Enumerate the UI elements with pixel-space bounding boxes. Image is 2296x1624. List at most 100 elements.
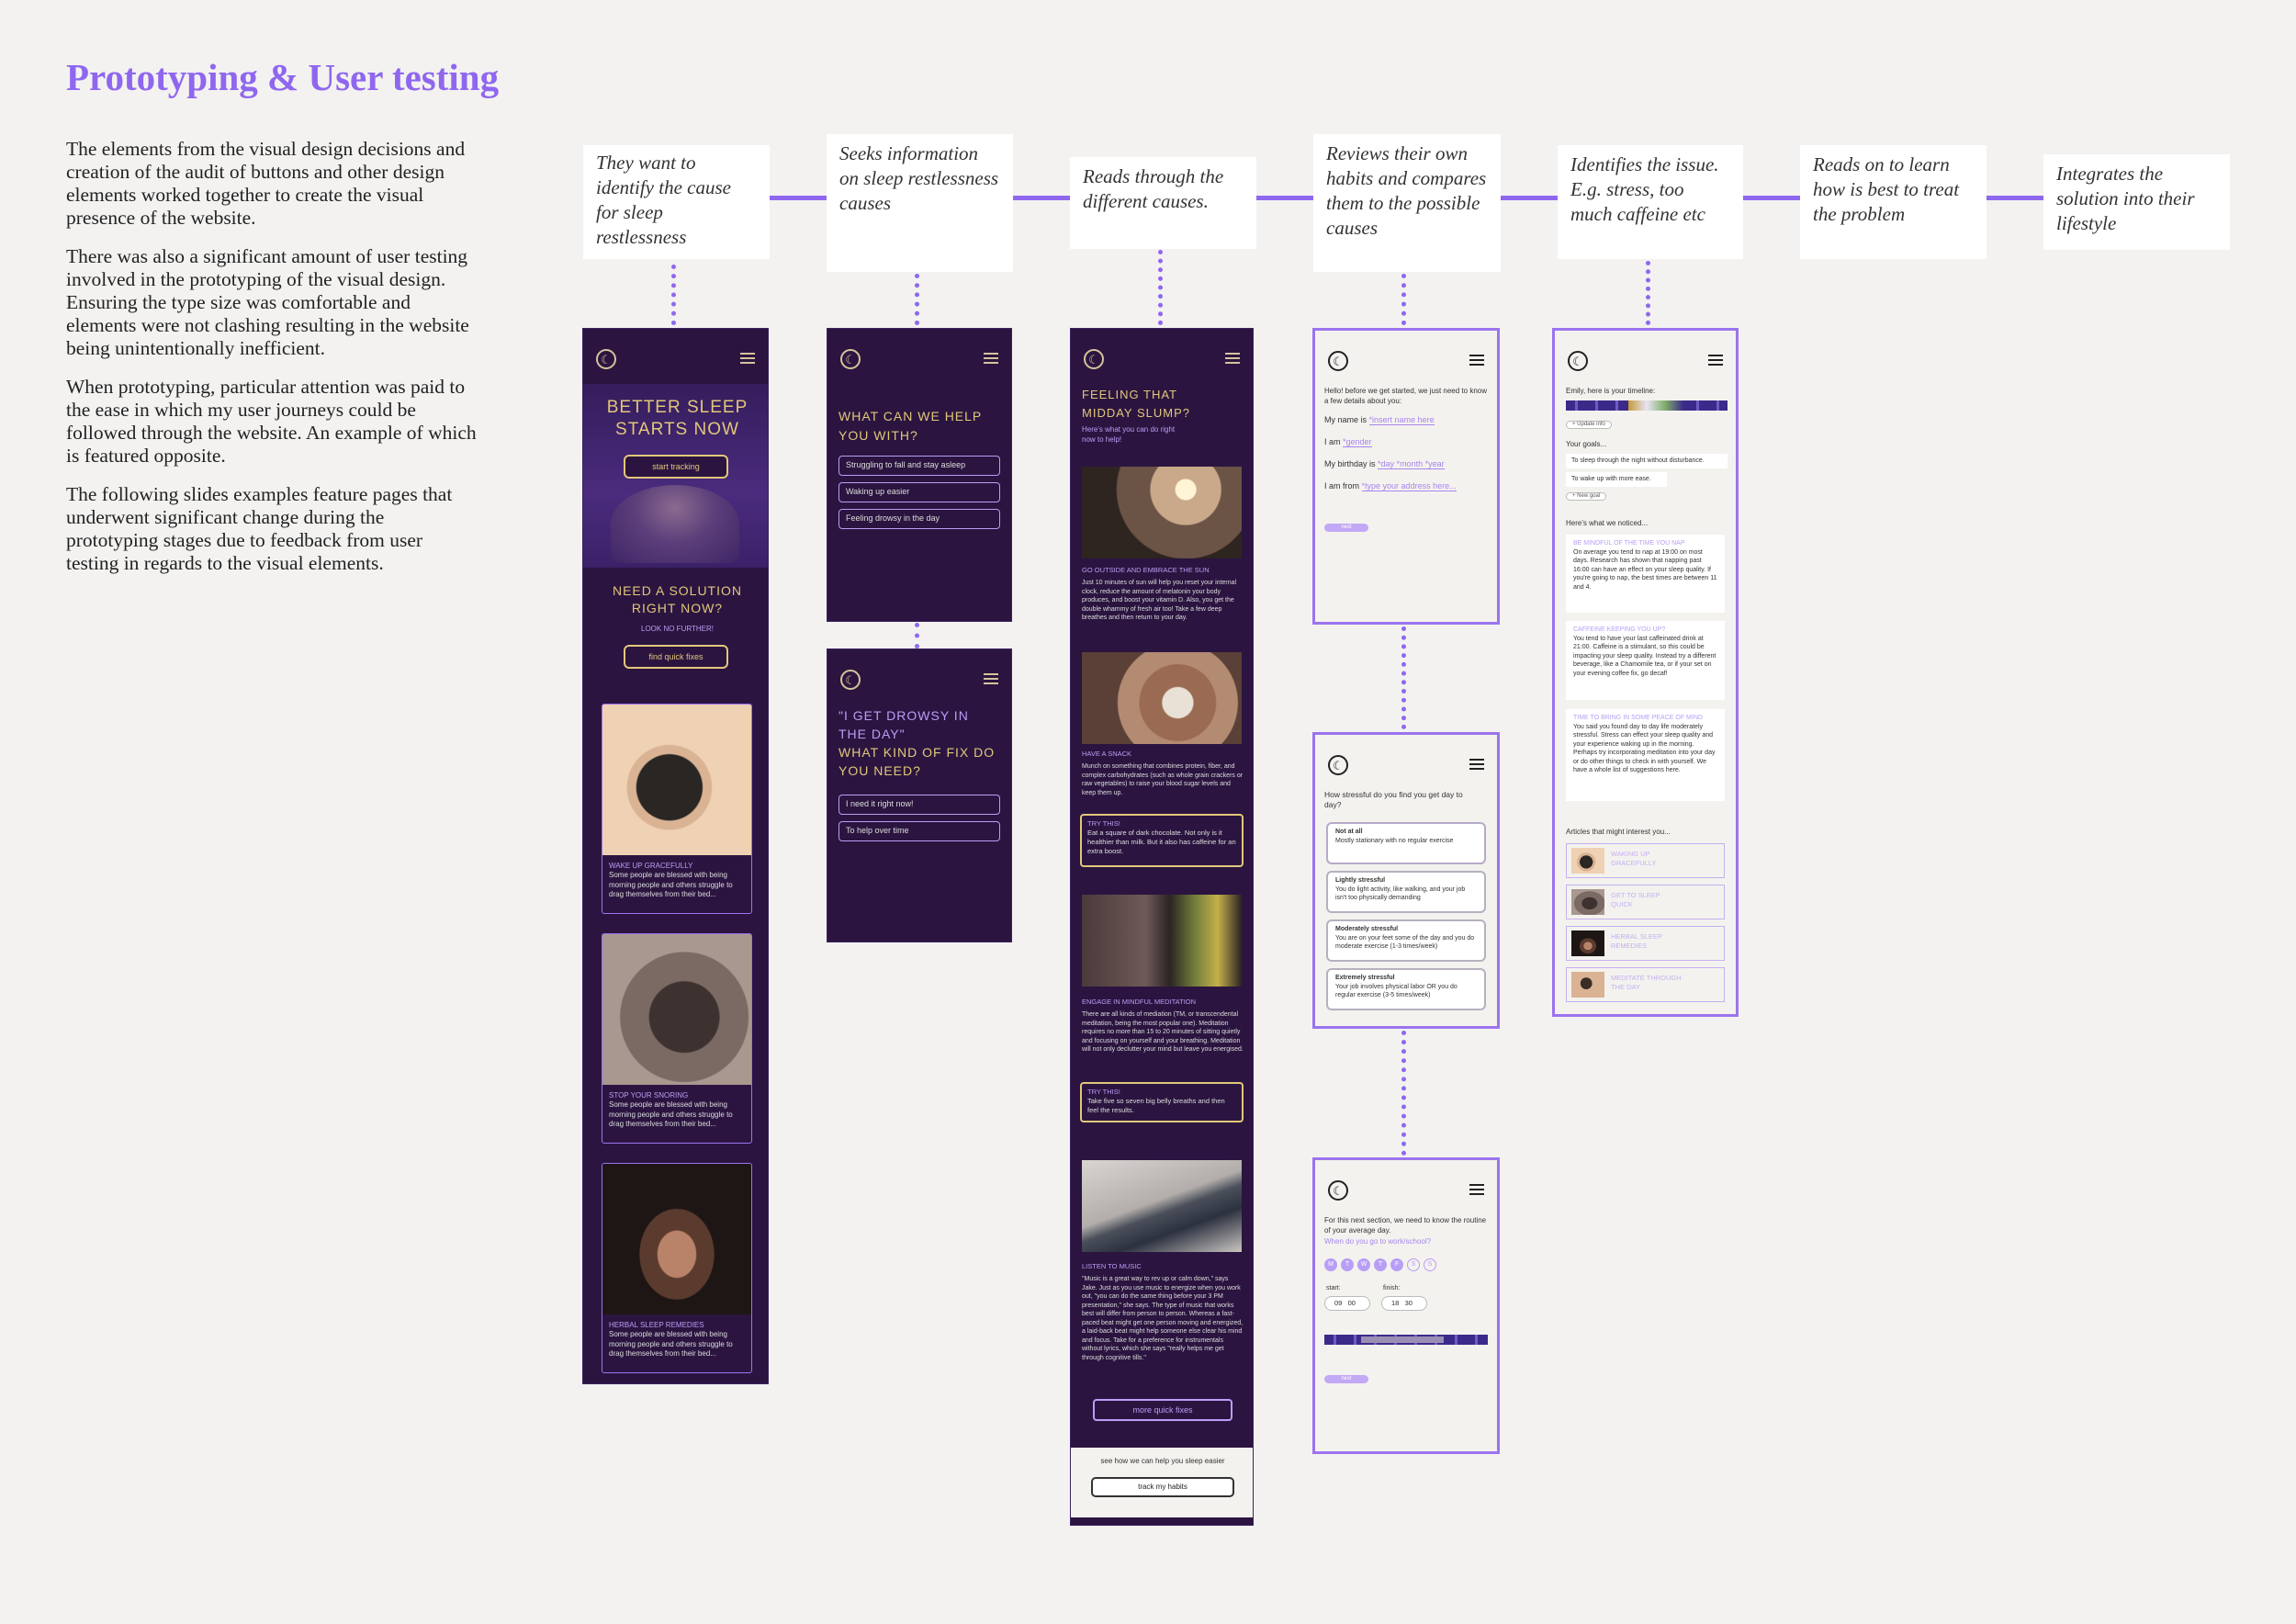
- insight-card: TIME TO BRING IN SOME PEACE OF MIND You …: [1566, 709, 1725, 801]
- routine-form-mockup: ☾ For this next section, we need to know…: [1312, 1157, 1500, 1454]
- next-button[interactable]: next: [1324, 524, 1368, 532]
- menu-icon[interactable]: [740, 353, 755, 364]
- name-field[interactable]: *insert name here: [1368, 415, 1435, 425]
- name-label: My name is: [1324, 415, 1367, 424]
- header: ☾: [827, 649, 1011, 705]
- track-habits-button[interactable]: track my habits: [1091, 1477, 1234, 1497]
- header: ☾: [1315, 1160, 1497, 1215]
- page-title: Prototyping & User testing: [66, 56, 500, 98]
- start-minute: 00: [1347, 1299, 1356, 1307]
- update-info-button[interactable]: + Update info: [1566, 421, 1612, 429]
- option-button[interactable]: Waking up easier: [838, 482, 1000, 502]
- start-tracking-button[interactable]: start tracking: [624, 455, 728, 479]
- update-info-label: Update info: [1577, 422, 1605, 427]
- day-toggle[interactable]: M: [1324, 1258, 1337, 1271]
- section-title: GO OUTSIDE AND EMBRACE THE SUN: [1082, 566, 1210, 574]
- section-title: ENGAGE IN MINDFUL MEDITATION: [1082, 998, 1197, 1006]
- moon-logo-icon: ☾: [1328, 1180, 1348, 1201]
- option-text: You are on your feet some of the day and…: [1335, 934, 1475, 951]
- start-time-input[interactable]: 09 00: [1324, 1296, 1370, 1311]
- moon-logo-icon: ☾: [1328, 755, 1348, 775]
- intro-paragraph: When prototyping, particular attention w…: [66, 376, 477, 467]
- journey-step-1: They want to identify the cause for slee…: [583, 145, 770, 259]
- section-text: Munch on something that combines protein…: [1082, 763, 1244, 796]
- related-article[interactable]: MEDITATE THROUGH THE DAY: [1566, 967, 1725, 1002]
- menu-icon[interactable]: [984, 673, 998, 684]
- music-image: [1082, 1160, 1242, 1252]
- more-quick-fixes-button[interactable]: more quick fixes: [1093, 1399, 1232, 1421]
- journey-step-4: Reviews their own habits and compares th…: [1313, 134, 1501, 272]
- intro-text: The elements from the visual design deci…: [66, 138, 479, 591]
- insight-text: On average you tend to nap at 19:00 on m…: [1573, 548, 1717, 591]
- option-button[interactable]: I need it right now!: [838, 795, 1000, 815]
- stress-option[interactable]: Extremely stressful Your job involves ph…: [1326, 968, 1486, 1010]
- next-button[interactable]: next: [1324, 1375, 1368, 1383]
- sleeping-person-image: [602, 934, 751, 1085]
- menu-icon[interactable]: [984, 353, 998, 364]
- moon-logo-icon: ☾: [1084, 349, 1104, 369]
- day-toggle[interactable]: F: [1390, 1258, 1403, 1271]
- new-goal-button[interactable]: + New goal: [1566, 492, 1607, 501]
- intro-paragraph: The following slides examples feature pa…: [66, 483, 453, 574]
- related-article[interactable]: HERBAL SLEEP REMEDIES: [1566, 926, 1725, 961]
- insight-text: You tend to have your last caffeinated d…: [1573, 635, 1716, 677]
- menu-icon[interactable]: [1469, 355, 1484, 366]
- dotted-connector: [915, 623, 919, 648]
- goal-item: To sleep through the night without distu…: [1566, 454, 1728, 468]
- insight-card: CAFFEINE KEEPING YOU UP? You tend to hav…: [1566, 621, 1725, 700]
- finish-minute: 30: [1404, 1299, 1412, 1307]
- timeline-work-segment: [1361, 1336, 1444, 1343]
- birthday-row: My birthday is *day *month *year: [1324, 459, 1445, 469]
- birthday-field[interactable]: *day *month *year: [1378, 459, 1445, 469]
- journey-connector: [1986, 196, 2043, 200]
- day-toggle[interactable]: T: [1374, 1258, 1387, 1271]
- name-row: My name is *insert name here: [1324, 415, 1435, 425]
- find-quick-fixes-button[interactable]: find quick fixes: [624, 645, 728, 669]
- sleeping-person-thumbnail: [1571, 889, 1604, 915]
- related-article[interactable]: GET TO SLEEP QUICK: [1566, 885, 1725, 919]
- stress-option[interactable]: Lightly stressful You do light activity,…: [1326, 871, 1486, 913]
- menu-icon[interactable]: [1708, 355, 1723, 366]
- related-article[interactable]: WAKING UP GRACEFULLY: [1566, 843, 1725, 878]
- insight-title: BE MINDFUL OF THE TIME YOU NAP: [1573, 540, 1685, 547]
- section-title: HAVE A SNACK: [1082, 750, 1132, 758]
- address-field[interactable]: *type your address here...: [1361, 481, 1457, 491]
- journey-connector: [1256, 196, 1313, 200]
- option-button[interactable]: Struggling to fall and stay asleep: [838, 456, 1000, 476]
- related-article-title: GET TO SLEEP QUICK: [1611, 891, 1660, 908]
- goal-item: To wake up with more ease.: [1566, 472, 1667, 487]
- moon-logo-icon: ☾: [840, 670, 861, 690]
- stress-option[interactable]: Moderately stressful You are on your fee…: [1326, 919, 1486, 962]
- header: ☾: [1071, 329, 1253, 384]
- menu-icon[interactable]: [1225, 353, 1240, 364]
- sunset-image: [1082, 467, 1242, 558]
- menu-icon[interactable]: [1469, 759, 1484, 770]
- insight-title: TIME TO BRING IN SOME PEACE OF MIND: [1573, 715, 1703, 721]
- journey-step-2: Seeks information on sleep restlessness …: [827, 134, 1013, 272]
- menu-icon[interactable]: [1469, 1184, 1484, 1195]
- day-selector: M T W T F S S: [1324, 1258, 1453, 1273]
- day-toggle[interactable]: S: [1424, 1258, 1436, 1271]
- article-card[interactable]: STOP YOUR SNORING Some people are blesse…: [602, 933, 752, 1144]
- header: ☾: [827, 329, 1011, 384]
- dotted-connector: [671, 265, 676, 325]
- home-screen-mockup: ☾ BETTER SLEEP STARTS NOW start tracking…: [582, 328, 769, 1384]
- stress-option[interactable]: Not at all Mostly stationary with no reg…: [1326, 822, 1486, 864]
- header: ☾: [1315, 735, 1497, 790]
- try-this-box: TRY THIS! Take five so seven big belly b…: [1080, 1082, 1244, 1122]
- finish-time-input[interactable]: 18 30: [1381, 1296, 1427, 1311]
- slump-heading: FEELING THAT MIDDAY SLUMP?: [1082, 388, 1190, 420]
- stress-question-mockup: ☾ How stressful do you find you get day …: [1312, 732, 1500, 1029]
- day-toggle[interactable]: T: [1341, 1258, 1354, 1271]
- article-card[interactable]: HERBAL SLEEP REMEDIES Some people are bl…: [602, 1163, 752, 1373]
- article-card[interactable]: WAKE UP GRACEFULLY Some people are bless…: [602, 704, 752, 914]
- day-toggle[interactable]: W: [1357, 1258, 1370, 1271]
- herbal-remedy-thumbnail: [1571, 930, 1604, 956]
- intro-paragraph: The elements from the visual design deci…: [66, 138, 466, 229]
- option-button[interactable]: Feeling drowsy in the day: [838, 509, 1000, 529]
- option-text: Your job involves physical labor OR you …: [1335, 983, 1458, 999]
- journey-connector: [1501, 196, 1558, 200]
- gender-field[interactable]: *gender: [1343, 437, 1372, 447]
- day-toggle[interactable]: S: [1407, 1258, 1420, 1271]
- option-button[interactable]: To help over time: [838, 821, 1000, 841]
